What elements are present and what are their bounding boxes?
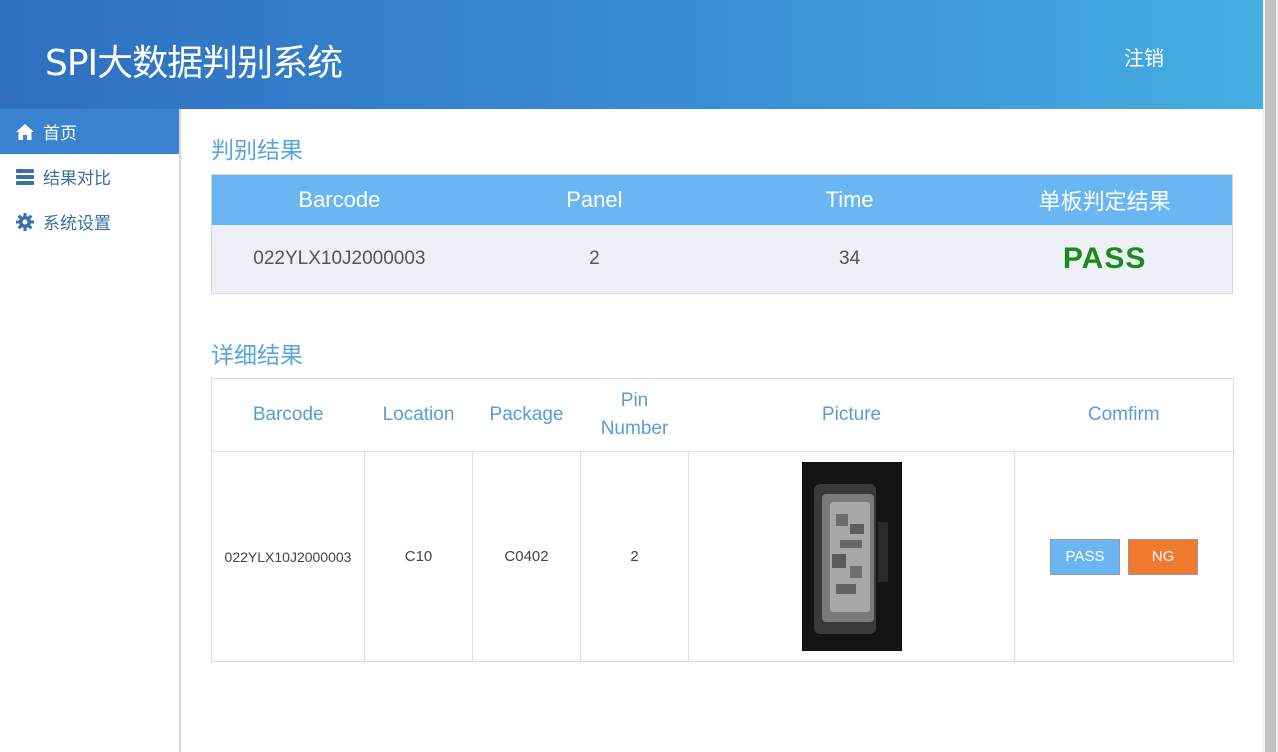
- sidebar-item-label: 首页: [43, 124, 77, 144]
- pass-button[interactable]: PASS: [1050, 538, 1120, 575]
- sidebar-item-compare[interactable]: 结果对比: [0, 154, 179, 199]
- column-header-barcode: Barcode: [211, 174, 467, 225]
- cell-pin-number: 2: [580, 451, 689, 662]
- result-status: PASS: [1062, 241, 1147, 275]
- scrollbar-thumb[interactable]: [1265, 0, 1276, 752]
- sidebar: 首页 结果对比 系统设置: [0, 109, 181, 752]
- gear-icon: [16, 212, 34, 231]
- column-header-pin-number: Pin Number: [580, 378, 689, 452]
- detail-table: Barcode Location Package Pin Number Pict…: [211, 378, 1234, 662]
- sidebar-item-label: 系统设置: [43, 214, 111, 234]
- cell-picture: [688, 451, 1015, 662]
- column-header-time: Time: [722, 174, 978, 225]
- table-header-row: Barcode Panel Time 单板判定结果: [211, 174, 1233, 225]
- sidebar-item-label: 结果对比: [43, 169, 111, 189]
- table-header-row: Barcode Location Package Pin Number Pict…: [211, 378, 1234, 452]
- cell-location: C10: [364, 451, 473, 662]
- scrollbar[interactable]: [1263, 0, 1278, 752]
- summary-table: Barcode Panel Time 单板判定结果 022YLX10J20000…: [211, 174, 1233, 294]
- ng-button[interactable]: NG: [1128, 538, 1198, 575]
- detail-title: 详细结果: [211, 343, 303, 369]
- cell-result: PASS: [977, 224, 1233, 294]
- table-row: 022YLX10J2000003 C10 C0402 2 PASS NG: [211, 451, 1234, 662]
- column-header-picture: Picture: [688, 378, 1015, 452]
- cell-package: C0402: [472, 451, 581, 662]
- table-row: 022YLX10J2000003 2 34 PASS: [211, 224, 1233, 294]
- cell-confirm: PASS NG: [1015, 452, 1234, 662]
- column-header-board-result: 单板判定结果: [977, 174, 1233, 225]
- sidebar-item-settings[interactable]: 系统设置: [0, 199, 179, 244]
- home-icon: [16, 123, 34, 141]
- cell-barcode: 022YLX10J2000003: [211, 451, 365, 662]
- cell-panel: 2: [466, 224, 722, 294]
- column-header-barcode: Barcode: [211, 378, 365, 452]
- column-header-package: Package: [472, 378, 581, 452]
- sidebar-item-home[interactable]: 首页: [0, 109, 179, 154]
- logout-link[interactable]: 注销: [1124, 42, 1164, 71]
- column-header-confirm: Comfirm: [1014, 378, 1234, 452]
- column-header-panel: Panel: [466, 174, 722, 225]
- app-title: SPI大数据判别系统: [45, 43, 343, 84]
- app-header: SPI大数据判别系统 注销: [0, 0, 1263, 109]
- server-icon: [16, 168, 34, 186]
- column-header-location: Location: [364, 378, 473, 452]
- component-image: [801, 462, 902, 651]
- cell-time: 34: [722, 224, 978, 294]
- summary-title: 判别结果: [211, 138, 303, 164]
- cell-barcode: 022YLX10J2000003: [211, 224, 467, 294]
